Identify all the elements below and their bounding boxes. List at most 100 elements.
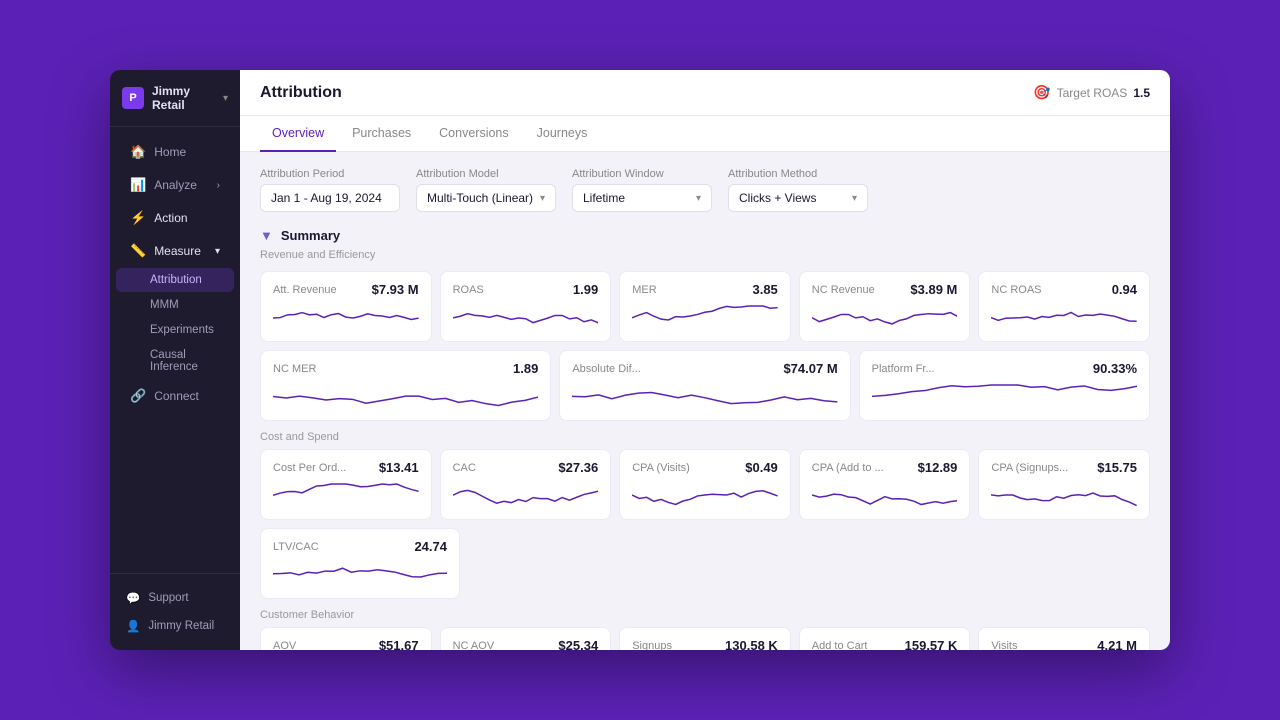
metric-header: Att. Revenue $7.93 M	[273, 282, 419, 297]
sidebar-item-mmm[interactable]: MMM	[116, 293, 234, 317]
filter-window-select[interactable]: Lifetime ▾	[572, 184, 712, 212]
metric-name: CPA (Visits)	[632, 462, 690, 474]
metric-card: NC ROAS 0.94	[978, 271, 1150, 342]
metric-card: Platform Fr... 90.33%	[859, 350, 1150, 421]
main-content: Attribution 🎯 Target ROAS 1.5 Overview P…	[240, 70, 1170, 650]
metric-card: MER 3.85	[619, 271, 791, 342]
method-chevron-icon: ▾	[852, 193, 857, 204]
metric-name: Absolute Dif...	[572, 363, 640, 375]
summary-header: ▼ Summary	[260, 228, 1150, 243]
metric-chart	[632, 303, 778, 331]
filter-method-select[interactable]: Clicks + Views ▾	[728, 184, 868, 212]
metric-value: $74.07 M	[783, 361, 837, 376]
metric-card: NC AOV $25.34	[440, 627, 612, 650]
metric-value: $25.34	[558, 638, 598, 650]
metric-name: Signups	[632, 640, 672, 651]
action-icon: ⚡	[130, 210, 146, 226]
metric-name: NC AOV	[453, 640, 495, 651]
metric-header: CAC $27.36	[453, 460, 599, 475]
sparkline-chart	[453, 481, 599, 509]
sidebar-footer: 💬 Support 👤 Jimmy Retail	[110, 573, 240, 650]
metric-header: Platform Fr... 90.33%	[872, 361, 1137, 376]
sidebar-item-user[interactable]: 👤 Jimmy Retail	[116, 612, 234, 640]
sidebar-header[interactable]: P Jimmy Retail ▾	[110, 70, 240, 127]
metric-value: 24.74	[414, 539, 447, 554]
app-window: P Jimmy Retail ▾ 🏠 Home 📊 Analyze › ⚡ Ac…	[110, 70, 1170, 650]
metric-header: Visits 4.21 M	[991, 638, 1137, 650]
metric-value: 4.21 M	[1097, 638, 1137, 650]
metric-card: CPA (Visits) $0.49	[619, 449, 791, 520]
filter-period-label: Attribution Period	[260, 168, 400, 180]
sidebar-mmm-label: MMM	[150, 299, 179, 311]
summary-title: Summary	[281, 228, 340, 243]
metric-header: NC Revenue $3.89 M	[812, 282, 958, 297]
target-roas-value: 1.5	[1133, 86, 1150, 100]
metric-card: AOV $51.67	[260, 627, 432, 650]
metric-value: $3.89 M	[910, 282, 957, 297]
sidebar-item-analyze[interactable]: 📊 Analyze ›	[116, 169, 234, 201]
filters-row: Attribution Period Jan 1 - Aug 19, 2024 …	[260, 168, 1150, 212]
tab-conversions[interactable]: Conversions	[427, 116, 520, 152]
metric-card: LTV/CAC 24.74	[260, 528, 460, 599]
sidebar-item-analyze-label: Analyze	[154, 178, 197, 192]
sidebar-causal-label: Causal Inference	[150, 349, 220, 373]
metric-card: Att. Revenue $7.93 M	[260, 271, 432, 342]
metric-card: ROAS 1.99	[440, 271, 612, 342]
metric-card: NC MER 1.89	[260, 350, 551, 421]
page-title: Attribution	[260, 84, 342, 102]
measure-icon: 📏	[130, 243, 146, 259]
tab-journeys[interactable]: Journeys	[525, 116, 600, 152]
metric-name: NC MER	[273, 363, 316, 375]
metric-card: CPA (Add to ... $12.89	[799, 449, 971, 520]
filter-model-label: Attribution Model	[416, 168, 556, 180]
metric-chart	[632, 481, 778, 509]
analyze-chevron-icon: ›	[217, 180, 220, 191]
filter-model-group: Attribution Model Multi-Touch (Linear) ▾	[416, 168, 556, 212]
metric-card: CAC $27.36	[440, 449, 612, 520]
sidebar-experiments-label: Experiments	[150, 324, 214, 336]
metric-card: CPA (Signups... $15.75	[978, 449, 1150, 520]
metric-chart	[273, 382, 538, 410]
sidebar-item-action[interactable]: ⚡ Action	[116, 202, 234, 234]
sidebar-item-causal[interactable]: Causal Inference	[116, 343, 234, 379]
metric-chart	[812, 481, 958, 509]
metric-name: Platform Fr...	[872, 363, 935, 375]
metric-name: Cost Per Ord...	[273, 462, 346, 474]
metric-chart	[991, 481, 1137, 509]
connect-icon: 🔗	[130, 388, 146, 404]
metric-header: Cost Per Ord... $13.41	[273, 460, 419, 475]
metric-header: NC MER 1.89	[273, 361, 538, 376]
filter-method-label: Attribution Method	[728, 168, 868, 180]
metric-header: AOV $51.67	[273, 638, 419, 650]
metric-name: LTV/CAC	[273, 541, 319, 553]
metric-header: Add to Cart 159.57 K	[812, 638, 958, 650]
user-icon: 👤	[126, 619, 140, 633]
metric-value: 159.57 K	[905, 638, 958, 650]
sidebar-item-attribution[interactable]: Attribution	[116, 268, 234, 292]
metric-value: 1.99	[573, 282, 598, 297]
top-bar: Attribution 🎯 Target ROAS 1.5	[240, 70, 1170, 116]
metric-header: Absolute Dif... $74.07 M	[572, 361, 837, 376]
content-area: Attribution Period Jan 1 - Aug 19, 2024 …	[240, 152, 1170, 650]
metric-chart	[872, 382, 1137, 410]
sidebar-item-support[interactable]: 💬 Support	[116, 584, 234, 612]
filter-period-select[interactable]: Jan 1 - Aug 19, 2024	[260, 184, 400, 212]
metric-name: NC Revenue	[812, 284, 875, 296]
metric-name: Visits	[991, 640, 1017, 651]
window-chevron-icon: ▾	[696, 193, 701, 204]
summary-toggle[interactable]: ▼	[260, 228, 273, 243]
filter-model-select[interactable]: Multi-Touch (Linear) ▾	[416, 184, 556, 212]
target-roas-label: Target ROAS	[1057, 86, 1128, 100]
tab-overview[interactable]: Overview	[260, 116, 336, 152]
sidebar-item-measure[interactable]: 📏 Measure ▾	[116, 235, 234, 267]
metric-chart	[572, 382, 837, 410]
tab-purchases[interactable]: Purchases	[340, 116, 423, 152]
sparkline-chart	[453, 303, 599, 331]
sidebar-item-experiments[interactable]: Experiments	[116, 318, 234, 342]
sparkline-chart	[872, 382, 1137, 410]
metric-name: Att. Revenue	[273, 284, 337, 296]
sparkline-chart	[273, 560, 447, 588]
sidebar-item-connect[interactable]: 🔗 Connect	[116, 380, 234, 412]
metric-value: 130.58 K	[725, 638, 778, 650]
sidebar-item-home[interactable]: 🏠 Home	[116, 136, 234, 168]
